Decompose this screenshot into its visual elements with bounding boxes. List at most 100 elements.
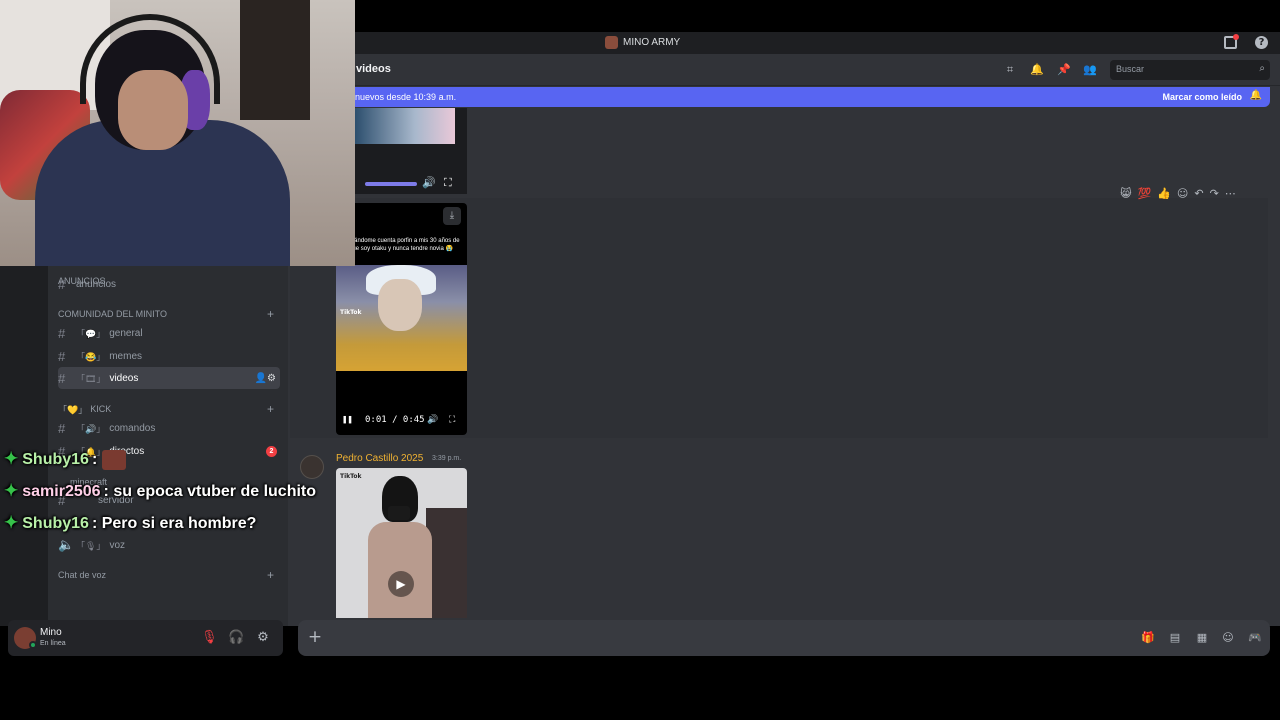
sidebar-item-voz[interactable]: 🔈 「🎙」 voz: [58, 534, 280, 556]
search-input[interactable]: Buscar ⌕: [1110, 60, 1270, 80]
video-attachment-2[interactable]: ⤓ Yo dándome cuenta porfin a mis 30 años…: [336, 203, 467, 435]
unread-badge: 2: [266, 445, 277, 457]
screen: MINO ARMY ? ANUNCIOS # anuncios COMUNIDA…: [0, 0, 1280, 720]
sidebar-item-anuncios[interactable]: # anuncios: [58, 273, 280, 295]
username: Mino: [40, 627, 62, 638]
add-channel-icon[interactable]: +: [267, 568, 274, 582]
headphones-icon[interactable]: 🎧: [228, 630, 244, 646]
hash-icon: #: [58, 348, 66, 364]
add-channel-icon[interactable]: +: [267, 307, 274, 321]
more-icon[interactable]: ⋯: [1225, 187, 1236, 200]
mic-muted-icon[interactable]: 🎙: [201, 630, 218, 646]
video-emoji-icon: 「🎞」: [76, 373, 106, 384]
stream-chat-line: ✦ samir2506: su epoca vtuber de luchito: [4, 481, 317, 500]
video-attachment-1[interactable]: 🔊 ⛶: [355, 108, 467, 194]
hash-icon: #: [58, 370, 66, 386]
sidebar-item-videos[interactable]: # 「🎞」 videos 👤⚙: [58, 367, 280, 389]
server-title: MINO ARMY: [605, 36, 680, 49]
hash-icon: #: [58, 420, 66, 436]
channel-name: anuncios: [76, 278, 117, 290]
message-composer[interactable]: + 🎁 ▤ ▦ ☺ 🎮: [298, 620, 1270, 656]
avatar[interactable]: [300, 455, 324, 479]
user-panel: Mino En línea 🎙 🎧 ⚙: [8, 620, 283, 656]
threads-icon[interactable]: ⌗: [1003, 63, 1017, 77]
cat-emoji-icon[interactable]: 😸: [1120, 187, 1131, 200]
sidebar-item-memes[interactable]: # 「😂」 memes: [58, 345, 280, 367]
settings-gear-icon[interactable]: ⚙: [255, 630, 271, 646]
sticker-icon[interactable]: ▦: [1194, 630, 1210, 646]
invite-settings-icons[interactable]: 👤⚙: [255, 373, 276, 384]
hash-icon: #: [58, 276, 66, 292]
user-status: En línea: [40, 640, 66, 647]
sparkle-icon: ✦: [4, 449, 19, 468]
sparkle-icon: ✦: [4, 481, 19, 500]
video-caption: Yo dándome cuenta porfin a mis 30 años d…: [342, 238, 460, 252]
pin-icon[interactable]: 📌: [1057, 63, 1071, 77]
category-chat-de-voz[interactable]: Chat de voz +: [58, 567, 280, 583]
message-author[interactable]: Pedro Castillo 2025: [336, 453, 423, 464]
laugh-emoji-icon: 「😂」: [76, 351, 106, 362]
bell-icon[interactable]: 🔔: [1030, 63, 1044, 77]
video-frame: [355, 108, 455, 144]
video-attachment-3[interactable]: TikTok ▶: [336, 468, 467, 618]
sparkle-icon: ✦: [4, 513, 19, 532]
hundred-emoji-icon[interactable]: 💯: [1137, 187, 1151, 200]
mask-shape: [388, 506, 410, 520]
stream-chat-line: ✦ Shuby16:: [4, 449, 126, 471]
face-shape: [378, 279, 422, 331]
add-channel-icon[interactable]: +: [267, 402, 274, 416]
fullscreen-icon[interactable]: ⛶: [449, 415, 455, 425]
emoji-icon[interactable]: ☺: [1220, 630, 1236, 646]
time-display: 0:01 / 0:45: [365, 415, 425, 425]
add-attachment-icon[interactable]: +: [305, 627, 325, 647]
fullscreen-icon[interactable]: ⛶: [444, 176, 452, 190]
server-name: MINO ARMY: [623, 37, 681, 48]
channel-title: videos: [356, 63, 391, 75]
search-icon: ⌕: [1259, 63, 1265, 74]
add-reaction-icon[interactable]: ☺: [1177, 187, 1188, 200]
online-status-icon: [29, 641, 37, 649]
background-shape: [426, 508, 467, 618]
gif-icon[interactable]: ▤: [1167, 630, 1183, 646]
sidebar-item-general[interactable]: # 「💬」 general: [58, 322, 280, 344]
tiktok-logo: TikTok: [340, 473, 362, 480]
volume-icon[interactable]: 🔊: [427, 415, 438, 425]
pause-icon[interactable]: ❚❚: [342, 415, 353, 425]
category-comunidad[interactable]: COMUNIDAD DEL MINITO +: [58, 306, 280, 322]
thumbs-up-icon[interactable]: 👍: [1157, 187, 1171, 200]
door-shape: [240, 0, 310, 120]
coat-shape: [368, 522, 432, 618]
mark-as-read-button[interactable]: Marcar como leído: [1162, 92, 1242, 102]
volume-icon[interactable]: 🔊: [422, 176, 436, 189]
inbox-icon[interactable]: [1224, 34, 1239, 49]
reply-icon[interactable]: ↶: [1194, 187, 1203, 200]
channel-header: videos ⌗ 🔔 📌 👥 Buscar ⌕: [288, 54, 1280, 86]
speech-emoji-icon: 「💬」: [76, 328, 106, 339]
members-icon[interactable]: 👥: [1083, 63, 1097, 77]
forward-icon[interactable]: ↷: [1210, 187, 1219, 200]
mic-emoji-icon: 「🎙」: [76, 540, 106, 551]
speaker-icon: 🔈: [58, 537, 75, 552]
stream-chat-line: ✦ Shuby16: Pero si era hombre?: [4, 513, 257, 532]
video-controls: ❚❚ 0:01 / 0:45 🔊 ⛶: [336, 415, 467, 431]
category-kick[interactable]: 「💛」 KICK +: [58, 401, 280, 417]
mark-read-icon: 🔔: [1249, 90, 1262, 101]
help-icon[interactable]: ?: [1255, 36, 1268, 49]
server-icon: [605, 36, 618, 49]
gift-icon[interactable]: 🎁: [1140, 630, 1156, 646]
video-frame: TikTok: [336, 265, 467, 371]
message-actions-bar[interactable]: 😸 💯 👍 ☺ ↶ ↷ ⋯: [1120, 184, 1236, 202]
webcam-overlay: [0, 0, 355, 266]
heart-emoji-icon: 「💛」: [58, 404, 88, 415]
new-messages-text: nuevos desde 10:39 a.m.: [355, 92, 457, 102]
volume-slider[interactable]: [365, 182, 417, 186]
apps-icon[interactable]: 🎮: [1247, 630, 1263, 646]
download-icon[interactable]: ⤓: [443, 207, 461, 225]
hash-icon: #: [58, 325, 66, 341]
play-icon[interactable]: ▶: [388, 571, 414, 597]
new-messages-banner[interactable]: nuevos desde 10:39 a.m. Marcar como leíd…: [350, 87, 1270, 107]
sidebar-item-comandos[interactable]: # 「🔊」 comandos: [58, 417, 280, 439]
tiktok-logo: TikTok: [340, 309, 362, 316]
speaker-emoji-icon: 「🔊」: [76, 423, 106, 434]
message-timestamp: 3:39 p.m.: [432, 455, 462, 462]
